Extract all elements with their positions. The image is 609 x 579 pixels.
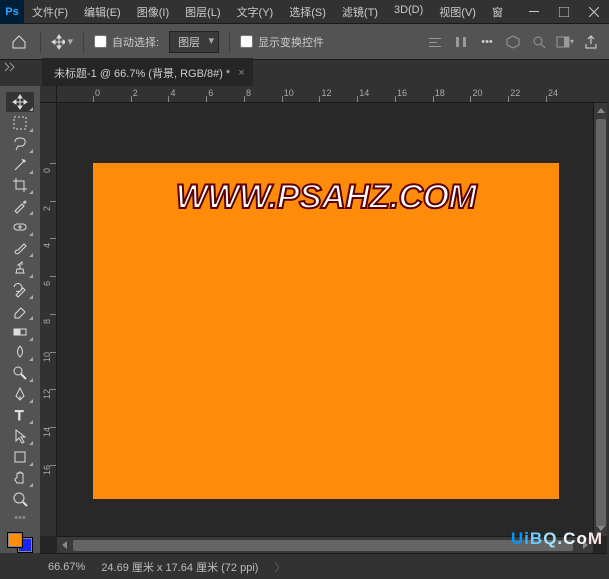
auto-select-checkbox[interactable]: 自动选择:: [94, 34, 159, 50]
magic-wand-tool[interactable]: [6, 155, 34, 175]
gradient-tool[interactable]: [6, 322, 34, 342]
dodge-tool[interactable]: [6, 363, 34, 383]
share-icon[interactable]: [581, 32, 601, 52]
document-tab-title: 未标题-1 @ 66.7% (背景, RGB/8#) *: [54, 65, 230, 81]
eraser-tool[interactable]: [6, 301, 34, 321]
distribute-icon[interactable]: [451, 32, 471, 52]
type-tool[interactable]: T: [6, 405, 34, 425]
healing-brush-tool[interactable]: [6, 217, 34, 237]
close-tab-icon[interactable]: ×: [238, 67, 244, 79]
zoom-tool[interactable]: [6, 489, 34, 509]
more-icon[interactable]: •••: [477, 32, 497, 52]
menu-image[interactable]: 图像(I): [129, 0, 177, 24]
auto-select-target-dropdown[interactable]: 图层: [169, 31, 219, 53]
clone-stamp-tool[interactable]: [6, 259, 34, 279]
pen-tool[interactable]: [6, 384, 34, 404]
separator: [83, 31, 84, 53]
home-button[interactable]: [8, 31, 30, 53]
ruler-horizontal[interactable]: 024681012141618202224: [57, 86, 607, 103]
search-icon[interactable]: [529, 32, 549, 52]
menu-file[interactable]: 文件(F): [24, 0, 76, 24]
shape-tool[interactable]: [6, 447, 34, 467]
ps-logo: Ps: [0, 0, 24, 24]
canvas-viewport[interactable]: WWW.PSAHZ.COM: [57, 103, 593, 536]
canvas-text-layer[interactable]: WWW.PSAHZ.COM: [93, 178, 559, 217]
menu-edit[interactable]: 编辑(E): [76, 0, 129, 24]
show-transform-checkbox[interactable]: 显示变换控件: [240, 34, 324, 50]
move-icon[interactable]: ▾: [51, 31, 73, 53]
eyedropper-tool[interactable]: [6, 196, 34, 216]
path-select-tool[interactable]: [6, 426, 34, 446]
menu-view[interactable]: 视图(V): [431, 0, 484, 24]
collapse-toolbar-icon[interactable]: [4, 62, 18, 72]
options-bar: ▾ 自动选择: 图层 显示变换控件 ••• ▾: [0, 24, 609, 60]
document-tab[interactable]: 未标题-1 @ 66.7% (背景, RGB/8#) * ×: [42, 58, 253, 86]
svg-text:T: T: [15, 407, 24, 423]
status-bar: 66.67% 24.69 厘米 x 17.64 厘米 (72 ppi) 〉: [40, 553, 607, 579]
crop-tool[interactable]: [6, 176, 34, 196]
close-button[interactable]: [579, 0, 609, 24]
separator: [229, 31, 230, 53]
watermark: UiBQ.CoM: [511, 529, 603, 549]
menu-filter[interactable]: 滤镜(T): [334, 0, 386, 24]
hand-tool[interactable]: [6, 468, 34, 488]
align-icon[interactable]: [425, 32, 445, 52]
maximize-button[interactable]: [549, 0, 579, 24]
foreground-color-swatch[interactable]: [7, 532, 23, 548]
status-menu-icon[interactable]: 〉: [274, 559, 285, 575]
menu-window[interactable]: 窗: [484, 0, 511, 24]
workspace-icon[interactable]: ▾: [555, 32, 575, 52]
color-swatches[interactable]: [5, 532, 35, 554]
show-transform-label: 显示变换控件: [258, 34, 324, 50]
history-brush-tool[interactable]: [6, 280, 34, 300]
move-tool[interactable]: [6, 92, 34, 112]
3d-mode-icon[interactable]: [503, 32, 523, 52]
zoom-level[interactable]: 66.67%: [48, 561, 85, 573]
ruler-vertical[interactable]: 0246810121416: [40, 103, 57, 536]
ruler-origin[interactable]: [40, 86, 57, 103]
brush-tool[interactable]: [6, 238, 34, 258]
workspace: 024681012141618202224 0246810121416 WWW.…: [40, 86, 607, 553]
auto-select-label: 自动选择:: [112, 34, 159, 50]
menu-select[interactable]: 选择(S): [281, 0, 334, 24]
menubar: 文件(F) 编辑(E) 图像(I) 图层(L) 文字(Y) 选择(S) 滤镜(T…: [24, 0, 519, 24]
document-info[interactable]: 24.69 厘米 x 17.64 厘米 (72 ppi): [101, 559, 258, 575]
separator: [40, 31, 41, 53]
toolbox: T •••: [0, 86, 40, 553]
minimize-button[interactable]: [519, 0, 549, 24]
document-tab-bar: 未标题-1 @ 66.7% (背景, RGB/8#) * ×: [0, 60, 609, 86]
menu-type[interactable]: 文字(Y): [229, 0, 282, 24]
menu-3d[interactable]: 3D(D): [386, 0, 431, 24]
blur-tool[interactable]: [6, 343, 34, 363]
menu-layer[interactable]: 图层(L): [177, 0, 228, 24]
marquee-tool[interactable]: [6, 113, 34, 133]
lasso-tool[interactable]: [6, 134, 34, 154]
vertical-scrollbar[interactable]: [593, 103, 607, 536]
canvas[interactable]: WWW.PSAHZ.COM: [93, 163, 559, 499]
